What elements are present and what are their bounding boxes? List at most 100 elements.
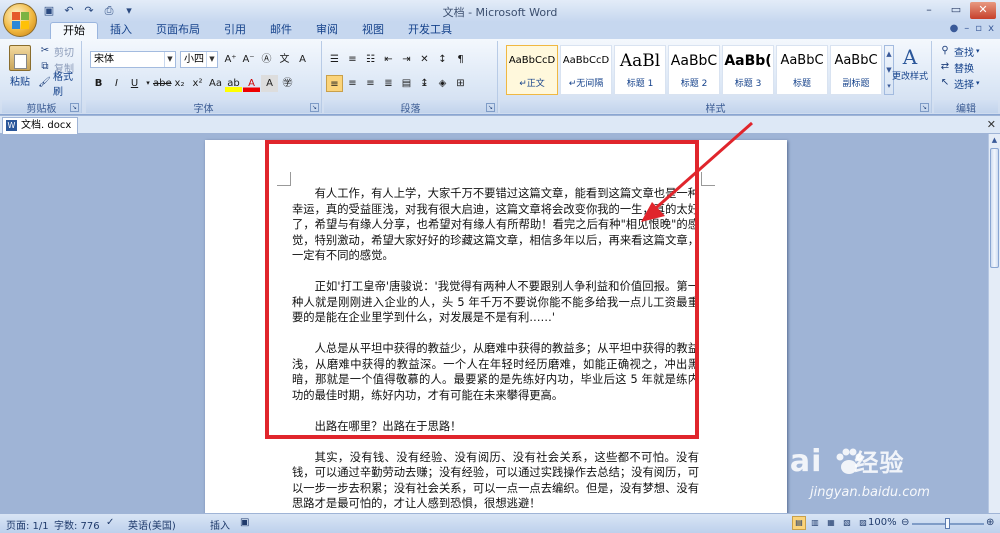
style-normal[interactable]: AaBbCcD ↵正文 (506, 45, 558, 95)
cut-button[interactable]: ✂ 剪切 (38, 43, 81, 59)
strikethrough-icon[interactable]: abe (153, 75, 172, 92)
change-styles-button[interactable]: A 更改样式 (890, 45, 930, 95)
subscript-icon[interactable]: x₂ (171, 75, 188, 92)
print-layout-view-icon[interactable]: ▤ (792, 516, 806, 530)
style-heading-1[interactable]: AaBl 标题 1 (614, 45, 666, 95)
paragraph[interactable]: 其实，没有钱、没有经验、没有阅历、没有社会关系，这些都不可怕。没有钱，可以通过辛… (292, 450, 699, 512)
style-heading-2[interactable]: AaBbC 标题 2 (668, 45, 720, 95)
pinyin-icon[interactable]: 文 (276, 51, 293, 68)
style-subtitle[interactable]: AaBbC 副标题 (830, 45, 882, 95)
distributed-icon[interactable]: ▤ (398, 75, 415, 92)
tab-insert[interactable]: 插入 (98, 22, 144, 39)
bold-icon[interactable]: B (90, 75, 107, 92)
borders-icon[interactable]: ⊞ (452, 75, 469, 92)
tab-mailings[interactable]: 邮件 (258, 22, 304, 39)
office-button[interactable] (3, 3, 37, 37)
watermark-url: jingyan.baidu.com (810, 485, 930, 500)
margin-mark (701, 172, 715, 186)
macro-record-icon[interactable]: ▣ (240, 517, 249, 528)
font-launcher-icon[interactable]: ↘ (310, 103, 319, 112)
enclose-char-icon[interactable]: ㊫ (279, 75, 296, 92)
language[interactable]: 英语(美国) (128, 517, 176, 532)
document-tab-bar: W 文档. docx ✕ (0, 116, 1000, 134)
proofing-icon[interactable]: ✓ (106, 517, 114, 528)
zoom-in-icon[interactable]: ⊕ (986, 517, 994, 528)
find-label: 查找 (954, 47, 974, 59)
format-painter-button[interactable]: 🖌 格式刷 (38, 72, 81, 98)
minimize-button[interactable]: – (916, 2, 942, 19)
show-marks-icon[interactable]: ¶ (452, 51, 469, 68)
font-name-combo[interactable]: 宋体 ▼ (90, 51, 176, 68)
full-screen-view-icon[interactable]: ▥ (808, 516, 822, 530)
bullets-icon[interactable]: ☰ (326, 51, 343, 68)
grow-font-icon[interactable]: A⁺ (222, 51, 239, 68)
clear-formatting-icon[interactable]: Ⓐ (258, 51, 275, 68)
shading-icon[interactable]: ◈ (434, 75, 451, 92)
tab-review[interactable]: 审阅 (304, 22, 350, 39)
highlight-icon[interactable]: ab (225, 75, 242, 92)
change-styles-icon: A (902, 45, 918, 69)
justify-icon[interactable]: ≣ (380, 75, 397, 92)
tab-home[interactable]: 开始 (50, 22, 98, 39)
web-layout-view-icon[interactable]: ▦ (824, 516, 838, 530)
chevron-down-icon: ▼ (206, 52, 217, 67)
clipboard-group: 粘贴 ✂ 剪切 ⧉ 复制 🖌 格式刷 剪贴板 ↘ (2, 41, 82, 115)
document-tab[interactable]: W 文档. docx (2, 117, 79, 134)
style-name: ↵正文 (519, 79, 545, 89)
document-close-icon[interactable]: ✕ (987, 118, 996, 131)
align-right-icon[interactable]: ≡ (362, 75, 379, 92)
insert-mode[interactable]: 插入 (210, 517, 230, 532)
char-border-icon[interactable]: A (294, 51, 311, 68)
tab-page-layout[interactable]: 页面布局 (144, 22, 212, 39)
style-no-spacing[interactable]: AaBbCcD ↵无间隔 (560, 45, 612, 95)
scroll-up-icon[interactable]: ▲ (989, 134, 1000, 146)
vertical-scrollbar[interactable]: ▲ (988, 134, 1000, 513)
paragraph-launcher-icon[interactable]: ↘ (486, 103, 495, 112)
style-sample: AaBb( (724, 53, 772, 69)
italic-icon[interactable]: I (108, 75, 125, 92)
multilevel-list-icon[interactable]: ☷ (362, 51, 379, 68)
align-left-icon[interactable]: ≡ (326, 75, 343, 92)
ribbon-minimize-icon[interactable]: – (964, 23, 969, 34)
change-case-icon[interactable]: Aa (207, 75, 224, 92)
style-title[interactable]: AaBbC 标题 (776, 45, 828, 95)
zoom-level[interactable]: 100% (868, 517, 897, 528)
clipboard-launcher-icon[interactable]: ↘ (70, 103, 79, 112)
style-name: 标题 2 (680, 79, 708, 89)
align-center-icon[interactable]: ≡ (344, 75, 361, 92)
replace-button[interactable]: ⇄ 替换 (938, 59, 980, 75)
increase-indent-icon[interactable]: ⇥ (398, 51, 415, 68)
shrink-font-icon[interactable]: A⁻ (240, 51, 257, 68)
underline-dropdown-icon[interactable]: ▾ (144, 75, 152, 92)
ribbon-close-icon[interactable]: x (988, 23, 994, 34)
line-spacing-icon[interactable]: ↨ (416, 75, 433, 92)
styles-launcher-icon[interactable]: ↘ (920, 103, 929, 112)
help-icon[interactable]: ● (950, 23, 959, 34)
find-button[interactable]: ⚲ 查找 ▾ (938, 43, 979, 59)
restore-button[interactable]: ▭ (943, 2, 969, 19)
zoom-slider-thumb[interactable] (945, 518, 950, 529)
page-count[interactable]: 页面: 1/1 (6, 517, 49, 532)
tab-view[interactable]: 视图 (350, 22, 396, 39)
font-color-icon[interactable]: A (243, 75, 260, 92)
underline-icon[interactable]: U (126, 75, 143, 92)
style-heading-3[interactable]: AaBb( 标题 3 (722, 45, 774, 95)
word-count[interactable]: 字数: 776 (54, 517, 100, 532)
chinese-layout-icon[interactable]: ✕ (416, 51, 433, 68)
superscript-icon[interactable]: x² (189, 75, 206, 92)
ribbon-restore-icon[interactable]: ▫ (975, 23, 982, 34)
zoom-out-icon[interactable]: ⊖ (901, 517, 909, 528)
font-size-combo[interactable]: 小四 ▼ (180, 51, 218, 68)
close-button[interactable]: ✕ (970, 2, 996, 19)
outline-view-icon[interactable]: ▧ (840, 516, 854, 530)
char-shading-icon[interactable]: A (261, 75, 278, 92)
scroll-thumb[interactable] (990, 148, 999, 268)
decrease-indent-icon[interactable]: ⇤ (380, 51, 397, 68)
sort-icon[interactable]: ↕ (434, 51, 451, 68)
tab-references[interactable]: 引用 (212, 22, 258, 39)
select-button[interactable]: ↖ 选择 ▾ (938, 75, 980, 91)
tab-developer[interactable]: 开发工具 (396, 22, 464, 39)
numbering-icon[interactable]: ≡ (344, 51, 361, 68)
paste-button[interactable]: 粘贴 (6, 43, 34, 95)
word-doc-icon: W (6, 120, 17, 131)
